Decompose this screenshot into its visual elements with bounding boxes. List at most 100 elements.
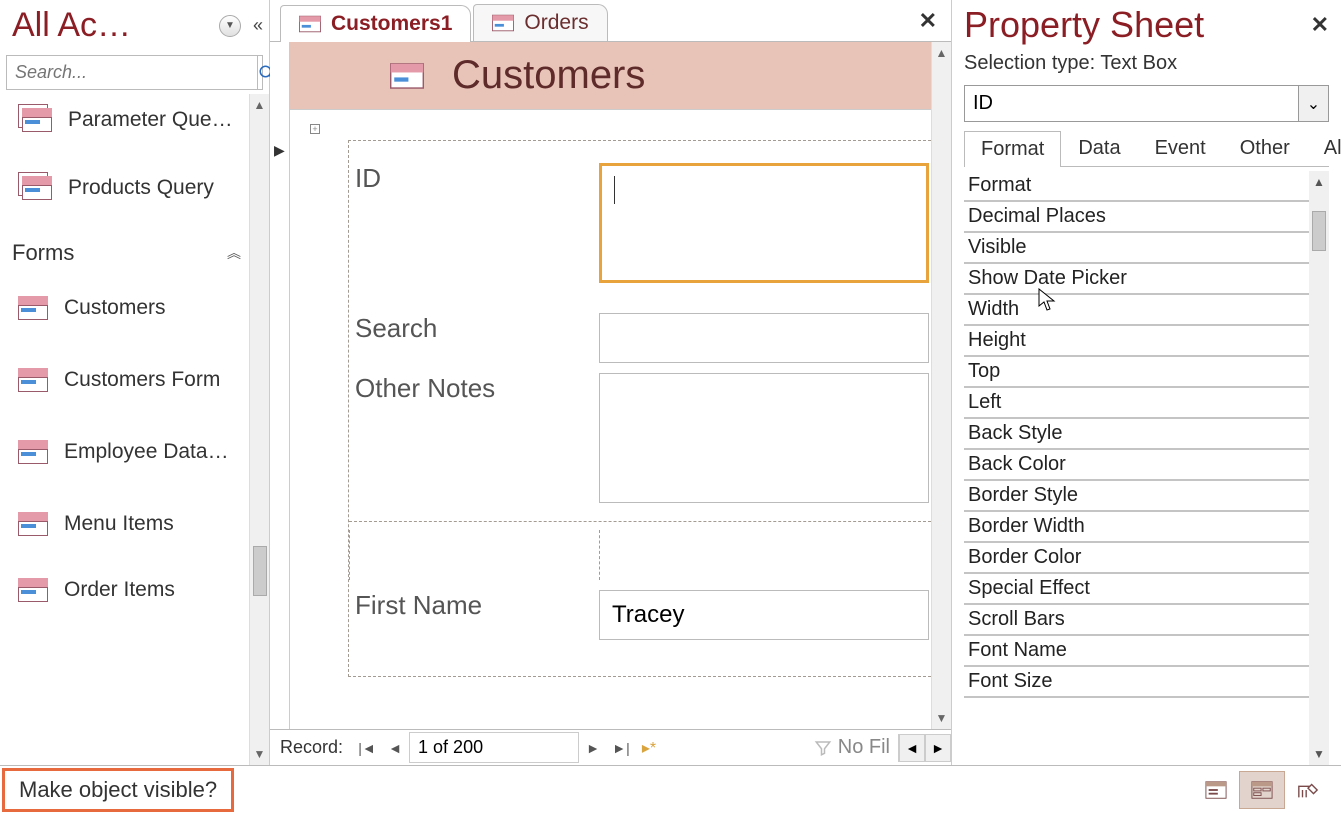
filter-text: No Fil (838, 736, 890, 759)
property-tab-other[interactable]: Other (1223, 130, 1307, 166)
property-row-left[interactable]: Left (964, 388, 1309, 419)
design-view-button[interactable] (1285, 771, 1331, 809)
nav-pane-dropdown[interactable]: ▼ (219, 15, 241, 37)
hscroll-right-button[interactable]: ► (925, 734, 951, 762)
chevron-down-icon: ⌄ (1307, 94, 1320, 114)
property-row-border-color[interactable]: Border Color (964, 543, 1309, 574)
search-label[interactable]: Search (349, 313, 599, 344)
nav-item-label: Employee Data… (64, 440, 229, 464)
property-row-back-color[interactable]: Back Color (964, 450, 1309, 481)
nav-item-menu-items[interactable]: Menu Items (0, 488, 249, 560)
property-row-scroll-bars[interactable]: Scroll Bars (964, 605, 1309, 636)
form-view-button[interactable] (1193, 771, 1239, 809)
property-tab-data[interactable]: Data (1061, 130, 1137, 166)
nav-item-label: Order Items (64, 578, 175, 602)
form-icon (18, 440, 48, 464)
layout-view-button[interactable] (1239, 771, 1285, 809)
scroll-thumb[interactable] (1312, 211, 1326, 251)
form-vertical-scrollbar[interactable]: ▲ ▼ (931, 42, 951, 729)
hscroll-left-button[interactable]: ◄ (899, 734, 925, 762)
tab-label: Customers1 (331, 12, 452, 36)
status-bar: Make object visible? (0, 765, 1341, 813)
nav-item-parameter-query[interactable]: Parameter Que… (0, 94, 249, 146)
first-record-button[interactable]: |◄ (353, 740, 381, 756)
property-row-height[interactable]: Height (964, 326, 1309, 357)
property-row-special-effect[interactable]: Special Effect (964, 574, 1309, 605)
nav-item-customers-form[interactable]: Customers Form (0, 344, 249, 416)
other-notes-label[interactable]: Other Notes (349, 373, 599, 404)
property-tab-format[interactable]: Format (964, 131, 1061, 167)
form-icon (18, 512, 48, 536)
scroll-down-icon[interactable]: ▼ (1313, 743, 1325, 765)
object-selector[interactable]: ID ⌄ (964, 85, 1329, 122)
property-row-font-size[interactable]: Font Size (964, 667, 1309, 698)
nav-scrollbar[interactable]: ▲ ▼ (249, 94, 269, 765)
object-selector-dropdown-button[interactable]: ⌄ (1299, 85, 1329, 122)
form-icon (492, 14, 514, 32)
form-icon (18, 368, 48, 392)
tab-close-button[interactable]: ✕ (905, 8, 951, 34)
scroll-up-icon[interactable]: ▲ (254, 94, 266, 116)
property-row-font-name[interactable]: Font Name (964, 636, 1309, 667)
scroll-up-icon[interactable]: ▲ (1313, 171, 1325, 193)
first-name-textbox[interactable]: Tracey (599, 590, 929, 640)
property-scrollbar[interactable]: ▲ ▼ (1309, 171, 1329, 765)
form-title: Customers (452, 53, 645, 98)
form-icon (18, 296, 48, 320)
nav-item-products-query[interactable]: Products Query (0, 146, 249, 230)
scroll-down-icon[interactable]: ▼ (936, 707, 948, 729)
last-record-button[interactable]: ►| (607, 740, 635, 756)
search-textbox[interactable] (599, 313, 929, 363)
property-row-format[interactable]: Format (964, 171, 1309, 202)
nav-object-list: Parameter Que… Products Query Forms ︽ Cu… (0, 94, 249, 765)
nav-group-label: Forms (12, 240, 74, 266)
scroll-up-icon[interactable]: ▲ (936, 42, 948, 64)
record-position-input[interactable] (409, 732, 579, 763)
property-row-decimal-places[interactable]: Decimal Places (964, 202, 1309, 233)
nav-group-forms[interactable]: Forms ︽ (0, 230, 249, 272)
nav-item-label: Customers Form (64, 368, 220, 392)
navigation-pane: All Ac… ▼ « Parameter Que… Products Quer… (0, 0, 270, 765)
form-header: Customers (290, 42, 931, 110)
property-row-top[interactable]: Top (964, 357, 1309, 388)
nav-pane-title[interactable]: All Ac… (12, 6, 213, 45)
object-selector-value[interactable]: ID (964, 85, 1299, 122)
tab-orders[interactable]: Orders (473, 4, 607, 41)
property-row-border-width[interactable]: Border Width (964, 512, 1309, 543)
prev-record-button[interactable]: ◄ (381, 740, 409, 756)
selection-type-label: Selection type: Text Box (964, 52, 1329, 75)
tab-customers1[interactable]: Customers1 (280, 5, 471, 42)
next-record-button[interactable]: ► (579, 740, 607, 756)
record-selector-bar[interactable]: ▶ (270, 42, 290, 729)
property-row-width[interactable]: Width (964, 295, 1309, 326)
property-row-back-style[interactable]: Back Style (964, 419, 1309, 450)
id-textbox[interactable] (599, 163, 929, 283)
first-name-label[interactable]: First Name (349, 590, 599, 621)
nav-item-order-items[interactable]: Order Items (0, 560, 249, 616)
nav-item-label: Parameter Que… (68, 108, 233, 132)
nav-pane-collapse-button[interactable]: « (253, 15, 259, 36)
layout-view-icon (1251, 780, 1273, 800)
property-row-visible[interactable]: Visible (964, 233, 1309, 264)
nav-search-input[interactable] (7, 56, 257, 89)
new-record-button[interactable]: ▸* (635, 738, 663, 758)
scroll-thumb[interactable] (253, 546, 267, 596)
layout-frame: ID Search Other Notes (348, 140, 931, 677)
property-sheet-close-button[interactable]: ✕ (1311, 12, 1329, 38)
nav-item-employee-data[interactable]: Employee Data… (0, 416, 249, 488)
layout-selector-handle[interactable]: + (310, 124, 320, 134)
other-notes-textbox[interactable] (599, 373, 929, 503)
record-navigator: Record: |◄ ◄ ► ►| ▸* No Fil ◄ ► (270, 729, 951, 765)
collapse-chevron-icon[interactable]: ︽ (227, 243, 237, 263)
scroll-down-icon[interactable]: ▼ (254, 743, 266, 765)
property-row-border-style[interactable]: Border Style (964, 481, 1309, 512)
property-row-show-date-picker[interactable]: Show Date Picker (964, 264, 1309, 295)
id-label[interactable]: ID (349, 163, 599, 194)
form-view-icon (1205, 780, 1227, 800)
nav-item-customers[interactable]: Customers (0, 272, 249, 344)
tab-label: Orders (524, 11, 588, 35)
property-tab-all[interactable]: All (1307, 130, 1341, 166)
status-message: Make object visible? (2, 768, 234, 812)
filter-indicator[interactable]: No Fil (806, 736, 898, 759)
property-tab-event[interactable]: Event (1138, 130, 1223, 166)
